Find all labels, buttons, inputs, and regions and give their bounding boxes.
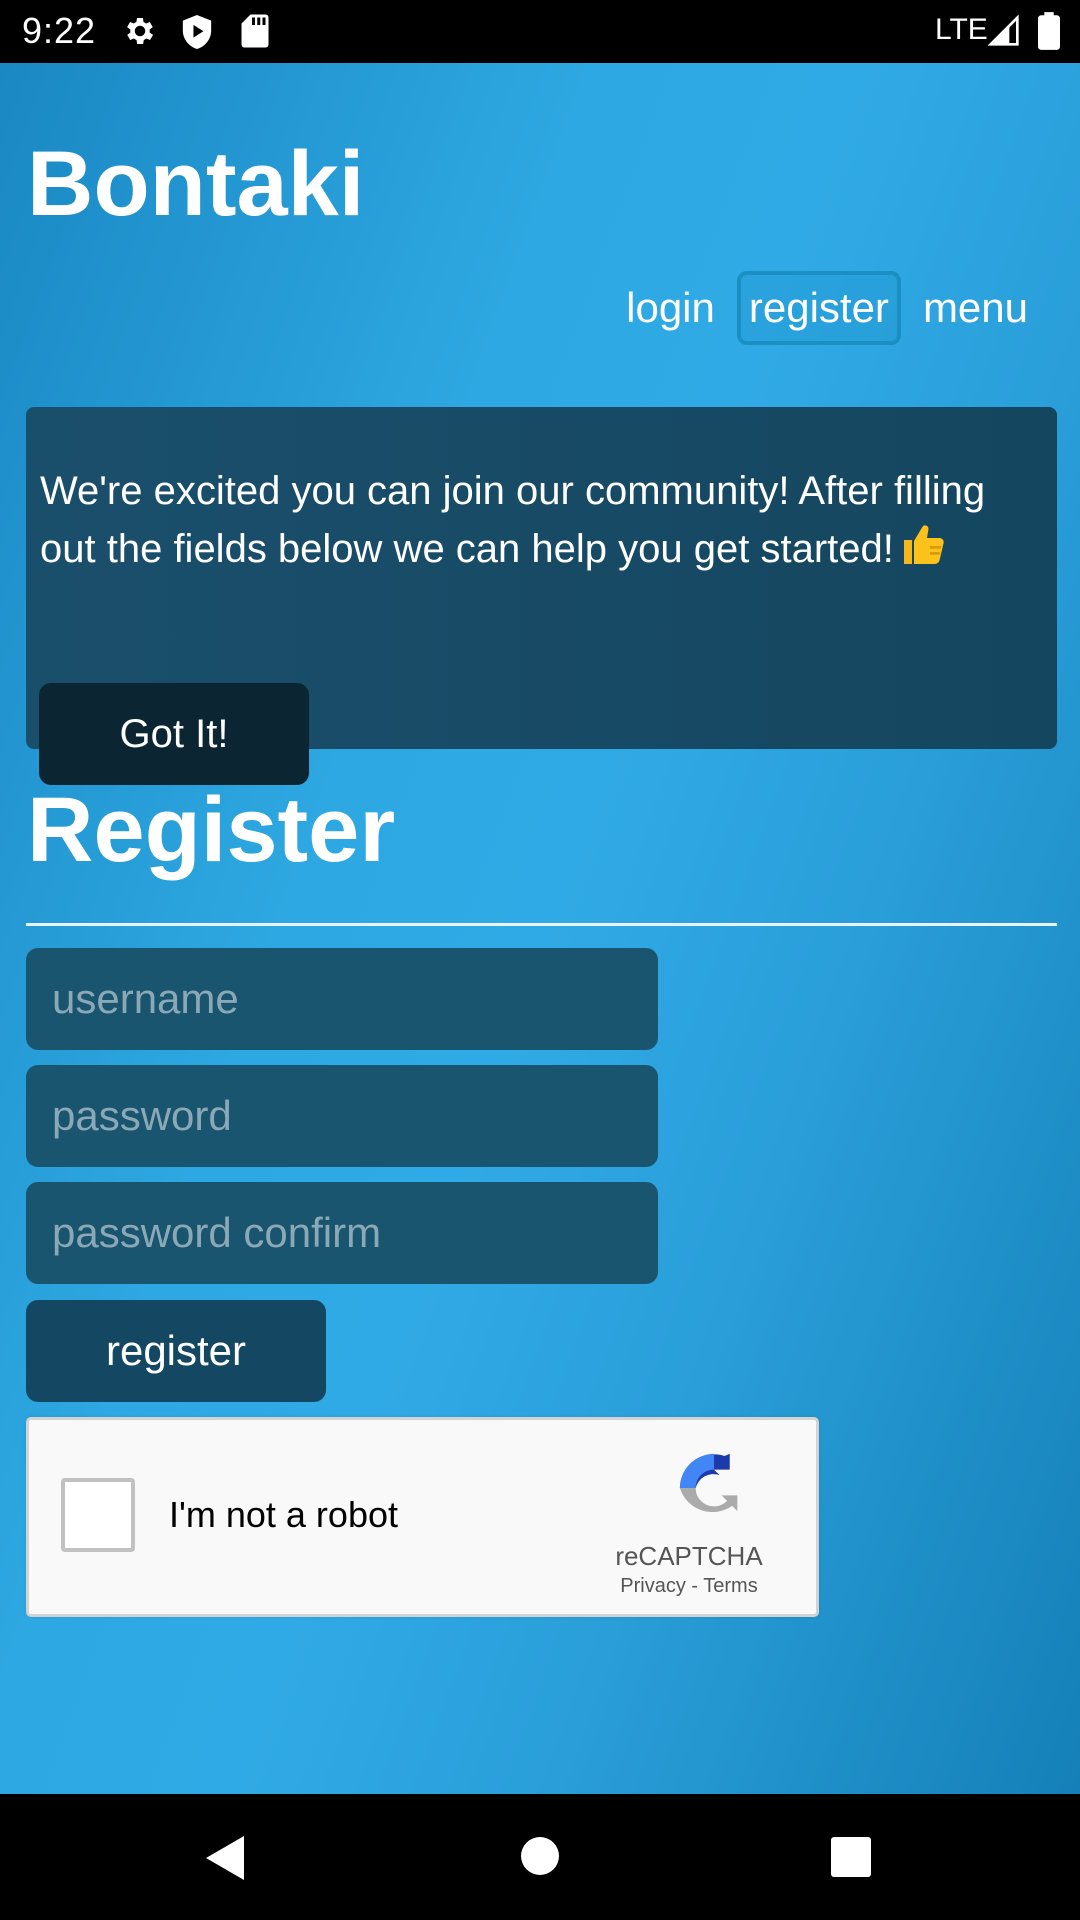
system-nav-bar xyxy=(0,1794,1080,1920)
password-confirm-input[interactable] xyxy=(26,1182,658,1284)
username-input[interactable] xyxy=(26,948,658,1050)
got-it-button[interactable]: Got It! xyxy=(39,683,309,785)
web-page: Bontaki login register menu We're excite… xyxy=(0,63,1080,1794)
password-input[interactable] xyxy=(26,1065,658,1167)
notice-text-block: We're excited you can join our community… xyxy=(40,462,1050,584)
recaptcha-links: Privacy - Terms xyxy=(589,1573,789,1599)
nav-register-link[interactable]: register xyxy=(736,271,901,345)
battery-icon xyxy=(1038,12,1060,55)
title-divider xyxy=(26,923,1057,926)
nav-login-link[interactable]: login xyxy=(614,271,727,345)
site-brand[interactable]: Bontaki xyxy=(27,129,364,239)
status-time: 9:22 xyxy=(22,10,97,51)
thumbs-up-icon xyxy=(900,520,948,584)
sd-card-icon xyxy=(240,13,270,54)
back-icon[interactable] xyxy=(204,1834,246,1887)
register-title: Register xyxy=(27,779,396,881)
welcome-notice: We're excited you can join our community… xyxy=(26,407,1057,785)
recaptcha-checkbox[interactable] xyxy=(61,1478,135,1552)
gear-icon xyxy=(122,13,158,54)
recaptcha-widget: I'm not a robot reCAPTCHA Privacy - Term… xyxy=(26,1417,819,1617)
recaptcha-label: I'm not a robot xyxy=(169,1494,398,1535)
nav-menu-link[interactable]: menu xyxy=(911,271,1040,345)
register-submit-button[interactable]: register xyxy=(26,1300,326,1402)
top-nav: login register menu xyxy=(614,271,1040,345)
recaptcha-terms-link[interactable]: Terms xyxy=(703,1575,757,1597)
signal-icon xyxy=(987,14,1020,53)
home-icon[interactable] xyxy=(520,1836,560,1881)
recaptcha-privacy-link[interactable]: Privacy xyxy=(620,1575,686,1597)
status-bar: 9:22 LTE xyxy=(0,0,1080,63)
recaptcha-link-separator: - xyxy=(685,1575,704,1597)
recents-icon[interactable] xyxy=(830,1836,872,1883)
network-type: LTE xyxy=(935,13,988,46)
recaptcha-brand: reCAPTCHA xyxy=(615,1541,763,1571)
notice-message: We're excited you can join our community… xyxy=(40,469,986,571)
recaptcha-logo-icon xyxy=(672,1446,756,1535)
shield-play-icon xyxy=(180,13,214,56)
